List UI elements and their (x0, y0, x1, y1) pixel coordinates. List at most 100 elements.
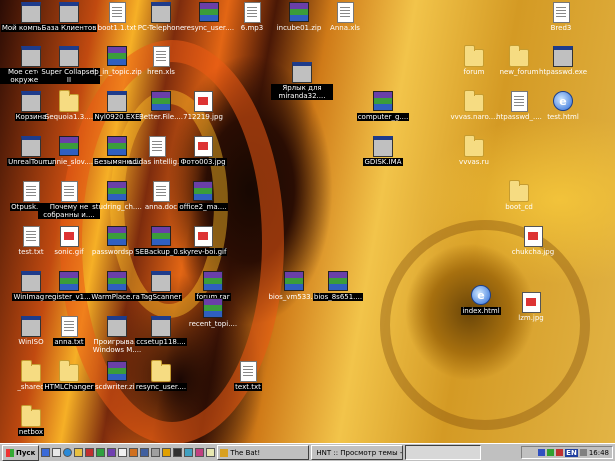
image-file-icon (193, 135, 213, 157)
rar-archive-icon (284, 271, 304, 291)
folder-icon (464, 89, 484, 112)
desktop-icon[interactable]: Фото003.jpg (172, 135, 234, 166)
quicklaunch-app-icon[interactable] (173, 448, 183, 457)
quicklaunch-app-icon[interactable] (162, 448, 172, 457)
taskbar-button-thebat[interactable]: The Bat! (217, 445, 310, 460)
rar-archive-icon (107, 181, 127, 201)
folder-icon (509, 44, 529, 67)
desktop-icon-label: ccsetup118.... (135, 338, 187, 346)
word-file-icon (59, 180, 79, 202)
desktop-icon-label: resync_user.... (134, 383, 188, 391)
desktop-icon-label: bios_8s651.... (312, 293, 364, 301)
desktop-icon[interactable]: text.txt (217, 360, 279, 391)
desktop-icon[interactable]: hren.xls (130, 45, 192, 76)
desktop-icon-label: chukcha.jpg (511, 248, 555, 256)
quicklaunch-app-icon[interactable] (85, 448, 95, 457)
desktop-icon[interactable]: skyrev-boi.gif (172, 225, 234, 256)
tray-app-icon[interactable] (556, 449, 564, 456)
image-file-icon (521, 291, 541, 313)
rar-archive-icon (107, 226, 127, 246)
people-icon (59, 1, 79, 23)
html-file-icon: e (553, 91, 573, 111)
rar-archive-icon (107, 271, 127, 291)
tray-app-icon[interactable] (547, 449, 555, 456)
image-file-icon (523, 225, 543, 247)
system-tray: EN 16:48 (521, 446, 613, 459)
desktop-icon[interactable]: office2_ma.... (172, 181, 234, 211)
desktop-icon-label: text.txt (234, 383, 262, 391)
desktop-icon[interactable]: resync_user.... (130, 359, 192, 391)
quicklaunch-mail-icon[interactable] (74, 448, 84, 457)
volume-icon[interactable] (579, 449, 587, 456)
desktop-icon[interactable]: recent_topi.... (182, 298, 244, 328)
zip-archive-icon (289, 2, 309, 22)
quicklaunch-app-icon[interactable] (118, 448, 128, 457)
desktop-icon-label: lzm.jpg (518, 314, 544, 322)
desktop-icon[interactable]: computer_g.... (352, 91, 414, 121)
desktop-icon-label: office2_ma.... (178, 203, 228, 211)
desktop-icon-label: forum (463, 68, 485, 76)
quicklaunch-desktop-icon[interactable] (52, 448, 62, 457)
tray-app-icon[interactable] (538, 449, 546, 456)
excel-file-icon (335, 1, 355, 23)
desktop-icon-label: recent_topi.... (188, 320, 238, 328)
desktop-icon[interactable]: Ярлык для miranda32.... (271, 61, 333, 100)
desktop[interactable]: Мой компьютер База Клиентов boot1.1.txt PC-… (0, 0, 615, 443)
miranda-shortcut-icon (292, 61, 312, 83)
language-indicator[interactable]: EN (565, 448, 578, 457)
quicklaunch-app-icon[interactable] (129, 448, 139, 457)
taskbar-button-browser[interactable]: HNT :: Просмотр темы - ... (311, 445, 404, 460)
quicklaunch-explorer-icon[interactable] (41, 448, 51, 457)
quicklaunch-app-icon[interactable] (107, 448, 117, 457)
start-button[interactable]: Пуск (2, 444, 40, 461)
zip-archive-icon (107, 361, 127, 381)
document-icon (551, 1, 571, 23)
desktop-icon-label: htpasswd.exe (538, 68, 588, 76)
rar-archive-icon (373, 91, 393, 111)
folder-icon (151, 359, 171, 382)
desktop-icon-label: Ярлык для miranda32.... (271, 84, 333, 100)
desktop-icon[interactable]: GDISK.IMA (352, 135, 414, 166)
quicklaunch-app-icon[interactable] (151, 448, 161, 457)
quicklaunch-browser-icon[interactable] (63, 448, 73, 457)
desktop-icon-label: Bred3 (550, 24, 572, 32)
desktop-icon[interactable]: Anna.xls (314, 1, 376, 32)
quicklaunch-app-icon[interactable] (195, 448, 205, 457)
zip-archive-icon (107, 46, 127, 66)
desktop-icon-label: skyrev-boi.gif (178, 248, 228, 256)
desktop-icon[interactable]: htpasswd.exe (532, 45, 594, 76)
desktop-icon-label: Anna.xls (330, 24, 360, 32)
folder-icon (464, 44, 484, 67)
quicklaunch-app-icon[interactable] (140, 448, 150, 457)
image-file-icon (59, 225, 79, 247)
clock[interactable]: 16:48 (589, 449, 609, 457)
folder-icon (59, 359, 79, 382)
rar-archive-icon (59, 271, 79, 291)
quicklaunch-app-icon[interactable] (96, 448, 106, 457)
rar-archive-icon (59, 136, 79, 156)
desktop-icon[interactable]: netbox (0, 404, 62, 436)
desktop-icon[interactable]: forum.rar (182, 271, 244, 301)
rar-archive-icon (151, 91, 171, 111)
desktop-icon[interactable]: vvvas.ru (443, 134, 505, 166)
desktop-icon[interactable]: chukcha.jpg (502, 225, 564, 256)
rar-archive-icon (151, 226, 171, 246)
desktop-icon-label: 6.mp3 (240, 24, 264, 32)
desktop-icon[interactable]: bios_8s651.... (307, 271, 369, 301)
windows-logo-icon (6, 448, 14, 457)
desktop-icon[interactable]: boot_cd (488, 179, 550, 211)
desktop-icon-label: anna.txt (53, 338, 85, 346)
desktop-icon[interactable]: e test.html (532, 91, 594, 121)
desktop-icon-label: 712219.jpg (183, 113, 223, 121)
setup-icon (151, 315, 171, 337)
quicklaunch-app-icon[interactable] (206, 448, 216, 457)
text-file-icon (107, 1, 127, 23)
phone-app-icon (151, 1, 171, 23)
folder-icon (509, 179, 529, 202)
bat-icon (220, 448, 229, 457)
desktop-icon[interactable]: 712219.jpg (172, 90, 234, 121)
quicklaunch-app-icon[interactable] (184, 448, 194, 457)
taskbar-button-active[interactable] (405, 445, 482, 460)
desktop-icon[interactable]: Bred3 (530, 1, 592, 32)
desktop-icon[interactable]: lzm.jpg (500, 291, 562, 322)
